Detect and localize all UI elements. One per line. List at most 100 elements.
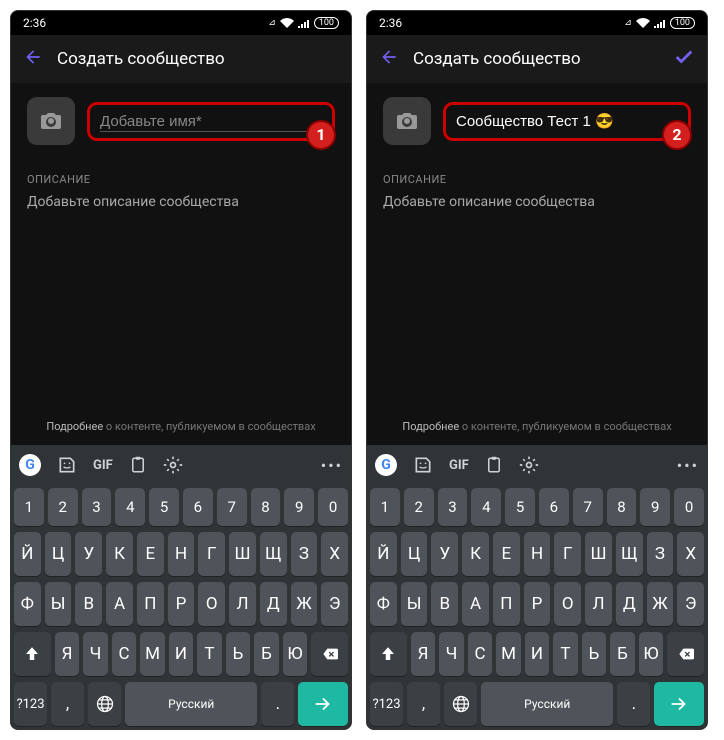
sticker-icon[interactable] xyxy=(413,455,433,475)
key-1[interactable]: 1 xyxy=(14,488,44,526)
globe-key[interactable] xyxy=(88,682,121,726)
key-Ь[interactable]: Ь xyxy=(226,632,251,676)
backspace-key[interactable] xyxy=(667,632,704,676)
gif-button[interactable]: GIF xyxy=(93,458,113,473)
key-Щ[interactable]: Щ xyxy=(260,532,287,576)
key-Ф[interactable]: Ф xyxy=(370,582,397,626)
key-Н[interactable]: Н xyxy=(524,532,551,576)
key-6[interactable]: 6 xyxy=(539,488,569,526)
key-Ю[interactable]: Ю xyxy=(639,632,664,676)
google-icon[interactable]: G xyxy=(19,454,41,476)
gif-button[interactable]: GIF xyxy=(449,458,469,473)
description-input[interactable]: Добавьте описание сообщества xyxy=(367,190,707,226)
key-Щ[interactable]: Щ xyxy=(616,532,643,576)
key-Р[interactable]: Р xyxy=(524,582,551,626)
community-name-input[interactable] xyxy=(100,113,322,130)
key-Х[interactable]: Х xyxy=(677,532,704,576)
settings-icon[interactable] xyxy=(163,455,183,475)
key-Н[interactable]: Н xyxy=(168,532,195,576)
key-Ш[interactable]: Ш xyxy=(229,532,256,576)
space-key[interactable]: Русский xyxy=(481,682,613,726)
community-name-input[interactable] xyxy=(456,113,678,130)
info-link[interactable]: Подробнее xyxy=(46,420,103,433)
key-4[interactable]: 4 xyxy=(115,488,145,526)
key-В[interactable]: В xyxy=(75,582,102,626)
key-Е[interactable]: Е xyxy=(493,532,520,576)
key-Л[interactable]: Л xyxy=(585,582,612,626)
key-Ч[interactable]: Ч xyxy=(83,632,108,676)
key-Й[interactable]: Й xyxy=(370,532,397,576)
key-З[interactable]: З xyxy=(647,532,674,576)
more-icon[interactable]: ••• xyxy=(677,456,699,475)
key-0[interactable]: 0 xyxy=(674,488,704,526)
key-6[interactable]: 6 xyxy=(183,488,213,526)
key-0[interactable]: 0 xyxy=(318,488,348,526)
period-key[interactable]: . xyxy=(617,682,650,726)
backspace-key[interactable] xyxy=(311,632,348,676)
symbols-key[interactable]: ?123 xyxy=(370,682,403,726)
key-И[interactable]: И xyxy=(169,632,194,676)
key-У[interactable]: У xyxy=(431,532,458,576)
key-Е[interactable]: Е xyxy=(137,532,164,576)
key-П[interactable]: П xyxy=(137,582,164,626)
google-icon[interactable]: G xyxy=(375,454,397,476)
key-Ф[interactable]: Ф xyxy=(14,582,41,626)
description-input[interactable]: Добавьте описание сообщества xyxy=(11,190,351,226)
key-Ю[interactable]: Ю xyxy=(283,632,308,676)
more-icon[interactable]: ••• xyxy=(321,456,343,475)
key-С[interactable]: С xyxy=(468,632,493,676)
key-4[interactable]: 4 xyxy=(471,488,501,526)
enter-key[interactable] xyxy=(298,682,348,726)
camera-button[interactable] xyxy=(27,97,75,145)
comma-key[interactable]: , xyxy=(51,682,84,726)
key-7[interactable]: 7 xyxy=(573,488,603,526)
key-М[interactable]: М xyxy=(496,632,521,676)
enter-key[interactable] xyxy=(654,682,704,726)
key-2[interactable]: 2 xyxy=(48,488,78,526)
period-key[interactable]: . xyxy=(261,682,294,726)
key-3[interactable]: 3 xyxy=(82,488,112,526)
key-Ц[interactable]: Ц xyxy=(401,532,428,576)
globe-key[interactable] xyxy=(444,682,477,726)
key-Х[interactable]: Х xyxy=(321,532,348,576)
key-С[interactable]: С xyxy=(112,632,137,676)
key-И[interactable]: И xyxy=(525,632,550,676)
key-Т[interactable]: Т xyxy=(553,632,578,676)
key-Б[interactable]: Б xyxy=(254,632,279,676)
key-Ь[interactable]: Ь xyxy=(582,632,607,676)
key-Г[interactable]: Г xyxy=(198,532,225,576)
key-8[interactable]: 8 xyxy=(251,488,281,526)
settings-icon[interactable] xyxy=(519,455,539,475)
key-О[interactable]: О xyxy=(198,582,225,626)
key-Л[interactable]: Л xyxy=(229,582,256,626)
content-info[interactable]: Подробнее о контенте, публикуемом в сооб… xyxy=(367,412,707,445)
key-Д[interactable]: Д xyxy=(260,582,287,626)
key-9[interactable]: 9 xyxy=(284,488,314,526)
key-Г[interactable]: Г xyxy=(554,532,581,576)
key-Р[interactable]: Р xyxy=(168,582,195,626)
camera-button[interactable] xyxy=(383,97,431,145)
key-9[interactable]: 9 xyxy=(640,488,670,526)
key-Я[interactable]: Я xyxy=(55,632,80,676)
key-Ч[interactable]: Ч xyxy=(439,632,464,676)
key-1[interactable]: 1 xyxy=(370,488,400,526)
key-К[interactable]: К xyxy=(462,532,489,576)
key-5[interactable]: 5 xyxy=(505,488,535,526)
key-О[interactable]: О xyxy=(554,582,581,626)
key-Ц[interactable]: Ц xyxy=(45,532,72,576)
key-А[interactable]: А xyxy=(462,582,489,626)
key-5[interactable]: 5 xyxy=(149,488,179,526)
key-М[interactable]: М xyxy=(140,632,165,676)
key-Э[interactable]: Э xyxy=(321,582,348,626)
comma-key[interactable]: , xyxy=(407,682,440,726)
space-key[interactable]: Русский xyxy=(125,682,257,726)
key-8[interactable]: 8 xyxy=(607,488,637,526)
key-Ж[interactable]: Ж xyxy=(291,582,318,626)
confirm-check-icon[interactable] xyxy=(673,46,695,73)
key-В[interactable]: В xyxy=(431,582,458,626)
key-К[interactable]: К xyxy=(106,532,133,576)
shift-key[interactable] xyxy=(370,632,407,676)
key-Й[interactable]: Й xyxy=(14,532,41,576)
key-Б[interactable]: Б xyxy=(610,632,635,676)
key-А[interactable]: А xyxy=(106,582,133,626)
